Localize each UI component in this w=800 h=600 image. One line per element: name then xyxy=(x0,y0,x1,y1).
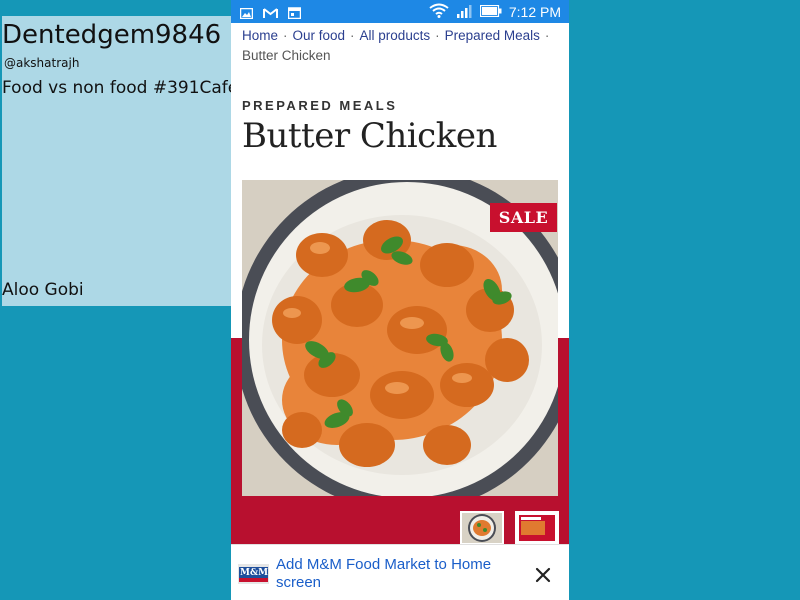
breadcrumb: Home · Our food · All products · Prepared Meal… xyxy=(242,26,562,66)
breadcrumb-separator: · xyxy=(544,28,550,43)
add-to-home-banner[interactable]: M&M Add M&M Food Market to Home screen xyxy=(231,544,569,600)
battery-icon xyxy=(479,4,502,20)
breadcrumb-separator: · xyxy=(283,28,288,43)
mm-logo-text: M&M xyxy=(240,568,269,578)
breadcrumb-separator: · xyxy=(350,28,355,43)
breadcrumb-current: Butter Chicken xyxy=(242,48,331,63)
status-bar: 7:12 PM xyxy=(231,0,569,23)
status-time: 7:12 PM xyxy=(508,4,561,20)
overlay-handle: @akshatrajh xyxy=(4,56,80,70)
gmail-icon xyxy=(263,4,278,23)
overlay-title: Food vs non food #391Cafe xyxy=(2,78,231,98)
overlay-bottom-label: Aloo Gobi xyxy=(2,280,84,300)
image-icon xyxy=(239,4,254,23)
product-category: PREPARED MEALS xyxy=(242,98,398,113)
close-icon[interactable] xyxy=(531,563,555,587)
package-thumb[interactable] xyxy=(515,511,559,545)
wifi-icon xyxy=(429,3,449,21)
product-title: Butter Chicken xyxy=(242,116,497,156)
calendar-icon xyxy=(287,4,302,23)
breadcrumb-separator: · xyxy=(435,28,440,43)
breadcrumb-our-food[interactable]: Our food xyxy=(293,28,346,43)
breadcrumb-all-products[interactable]: All products xyxy=(360,28,431,43)
butter-chicken-thumb[interactable] xyxy=(460,511,504,545)
overlay-username: Dentedgem9846 xyxy=(2,20,222,50)
breadcrumb-prepared-meals[interactable]: Prepared Meals xyxy=(445,28,540,43)
phone-screen: 7:12 PM Home · Our food · All products · Prepa… xyxy=(231,0,569,600)
add-to-home-text[interactable]: Add M&M Food Market to Home screen xyxy=(276,556,526,592)
mm-logo-icon: M&M xyxy=(238,564,269,584)
signal-icon xyxy=(456,4,473,21)
info-overlay: Dentedgem9846 @akshatrajh Food vs non fo… xyxy=(2,16,231,306)
breadcrumb-home[interactable]: Home xyxy=(242,28,278,43)
sale-badge: SALE xyxy=(490,203,557,232)
